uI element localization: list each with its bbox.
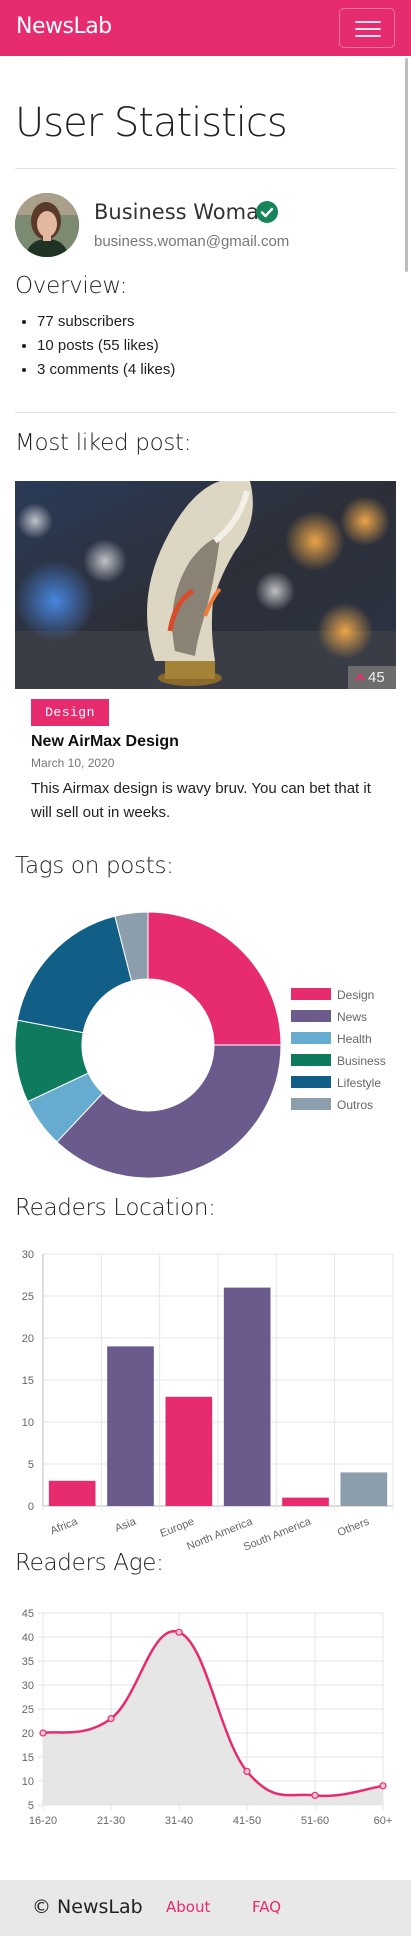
x-tick-label: 51-60 — [301, 1815, 329, 1827]
hamburger-icon-line — [355, 21, 381, 23]
location-bar-chart: 051015202530Africa Asia EuropeNorth Americ… — [22, 1249, 394, 1554]
bar-south-america — [282, 1497, 329, 1506]
y-tick-label: 20 — [22, 1333, 34, 1345]
x-tick-label: Africa — [49, 1515, 80, 1537]
legend-label: Health — [337, 1032, 372, 1046]
x-tick-label: 60+ — [374, 1815, 393, 1827]
age-title: Readers Age: — [15, 1550, 164, 1576]
navbar: NewsLab — [0, 0, 411, 56]
verified-check-icon — [256, 201, 278, 223]
data-point-16-20 — [39, 1729, 47, 1737]
post-excerpt: This Airmax design is wavy bruv. You can… — [31, 780, 371, 821]
overview-list: 77 subscribers 10 posts (55 likes) 3 com… — [37, 310, 175, 382]
hamburger-icon-line — [355, 35, 381, 37]
list-item: 77 subscribers — [37, 310, 175, 334]
y-tick-label: 40 — [22, 1632, 34, 1644]
x-tick-label: 16-20 — [29, 1815, 57, 1827]
post-date: March 10, 2020 — [31, 756, 115, 770]
footer-link-faq[interactable]: FAQ — [252, 1898, 281, 1916]
list-item: 3 comments (4 likes) — [37, 358, 175, 382]
x-tick-label: 21-30 — [97, 1815, 125, 1827]
y-tick-label: 30 — [22, 1249, 34, 1261]
data-point-41-50 — [243, 1767, 251, 1775]
navbar-brand[interactable]: NewsLab — [16, 14, 112, 39]
legend-swatch — [291, 1098, 331, 1110]
y-tick-label: 35 — [22, 1656, 34, 1668]
user-name: Business Woman — [94, 200, 273, 224]
y-tick-label: 5 — [28, 1459, 34, 1471]
bar-europe — [165, 1396, 213, 1506]
legend-label: Design — [337, 988, 374, 1002]
doughnut-slice-news — [56, 1044, 282, 1179]
scrollbar-thumb[interactable] — [405, 58, 408, 272]
list-item: 10 posts (55 likes) — [37, 334, 175, 358]
legend-swatch — [291, 1076, 331, 1088]
y-tick-label: 15 — [22, 1752, 34, 1764]
post-title[interactable]: New AirMax Design — [31, 733, 179, 751]
y-tick-label: 15 — [22, 1375, 34, 1387]
x-tick-label: 41-50 — [233, 1815, 261, 1827]
location-title: Readers Location: — [15, 1195, 216, 1221]
bar-others — [340, 1472, 388, 1506]
data-point-60+ — [379, 1782, 387, 1790]
legend-label: Lifestyle — [337, 1076, 381, 1090]
divider — [15, 168, 396, 169]
chevron-up-icon — [355, 673, 365, 681]
y-tick-label: 0 — [28, 1501, 34, 1513]
likes-count: 45 — [368, 669, 385, 686]
bar-north-america — [223, 1287, 271, 1506]
avatar — [15, 193, 79, 257]
legend-swatch — [291, 1010, 331, 1022]
x-tick-label: Asia — [113, 1515, 138, 1534]
legend-label: News — [337, 1010, 367, 1024]
legend-swatch — [291, 1054, 331, 1066]
overview-title: Overview: — [15, 273, 128, 299]
likes-badge[interactable]: 45 — [348, 666, 396, 689]
doughnut-slice-lifestyle — [16, 915, 133, 1034]
y-tick-label: 30 — [22, 1680, 34, 1692]
area-fill — [43, 1631, 383, 1805]
post-image[interactable] — [15, 481, 396, 689]
tags-title: Tags on posts: — [15, 853, 174, 879]
y-tick-label: 45 — [22, 1608, 34, 1620]
age-area-chart: 5 10 15 20 25 30 35 40 45 16-20 21-30 31-40 41-50 51-… — [22, 1608, 393, 1827]
tags-doughnut-chart: Design News Health Business Lifestyle Outros — [14, 911, 386, 1179]
footer: © NewsLab About FAQ — [0, 1880, 411, 1936]
footer-link-about[interactable]: About — [166, 1898, 210, 1916]
bar-africa — [48, 1480, 96, 1506]
divider — [15, 412, 396, 413]
user-email: business.woman@gmail.com — [94, 233, 290, 250]
data-point-21-30 — [107, 1714, 115, 1723]
page-title: User Statistics — [15, 100, 288, 146]
legend-swatch — [291, 988, 331, 1000]
legend-label: Business — [337, 1054, 386, 1068]
y-tick-label: 25 — [22, 1704, 34, 1716]
y-tick-label: 5 — [28, 1800, 34, 1812]
y-tick-label: 10 — [22, 1776, 34, 1788]
legend-swatch — [291, 1032, 331, 1044]
menu-toggle-button[interactable] — [339, 8, 395, 48]
x-tick-label: Europe — [159, 1516, 196, 1540]
doughnut-slice-design — [147, 911, 282, 1046]
x-tick-label: South America — [242, 1515, 314, 1553]
data-point-51-60 — [311, 1791, 319, 1799]
post-tag-badge[interactable]: Design — [31, 699, 109, 726]
data-point-31-40 — [175, 1628, 183, 1636]
x-tick-label: 31-40 — [165, 1815, 193, 1827]
bar-asia — [107, 1346, 154, 1506]
legend-label: Outros — [337, 1098, 373, 1112]
y-tick-label: 20 — [22, 1728, 34, 1740]
y-tick-label: 25 — [22, 1291, 34, 1303]
footer-brand[interactable]: © NewsLab — [32, 1896, 143, 1918]
x-tick-label: Others — [336, 1515, 372, 1539]
y-tick-label: 10 — [22, 1417, 34, 1429]
hamburger-icon-line — [355, 28, 381, 30]
most-liked-title: Most liked post: — [15, 430, 192, 456]
